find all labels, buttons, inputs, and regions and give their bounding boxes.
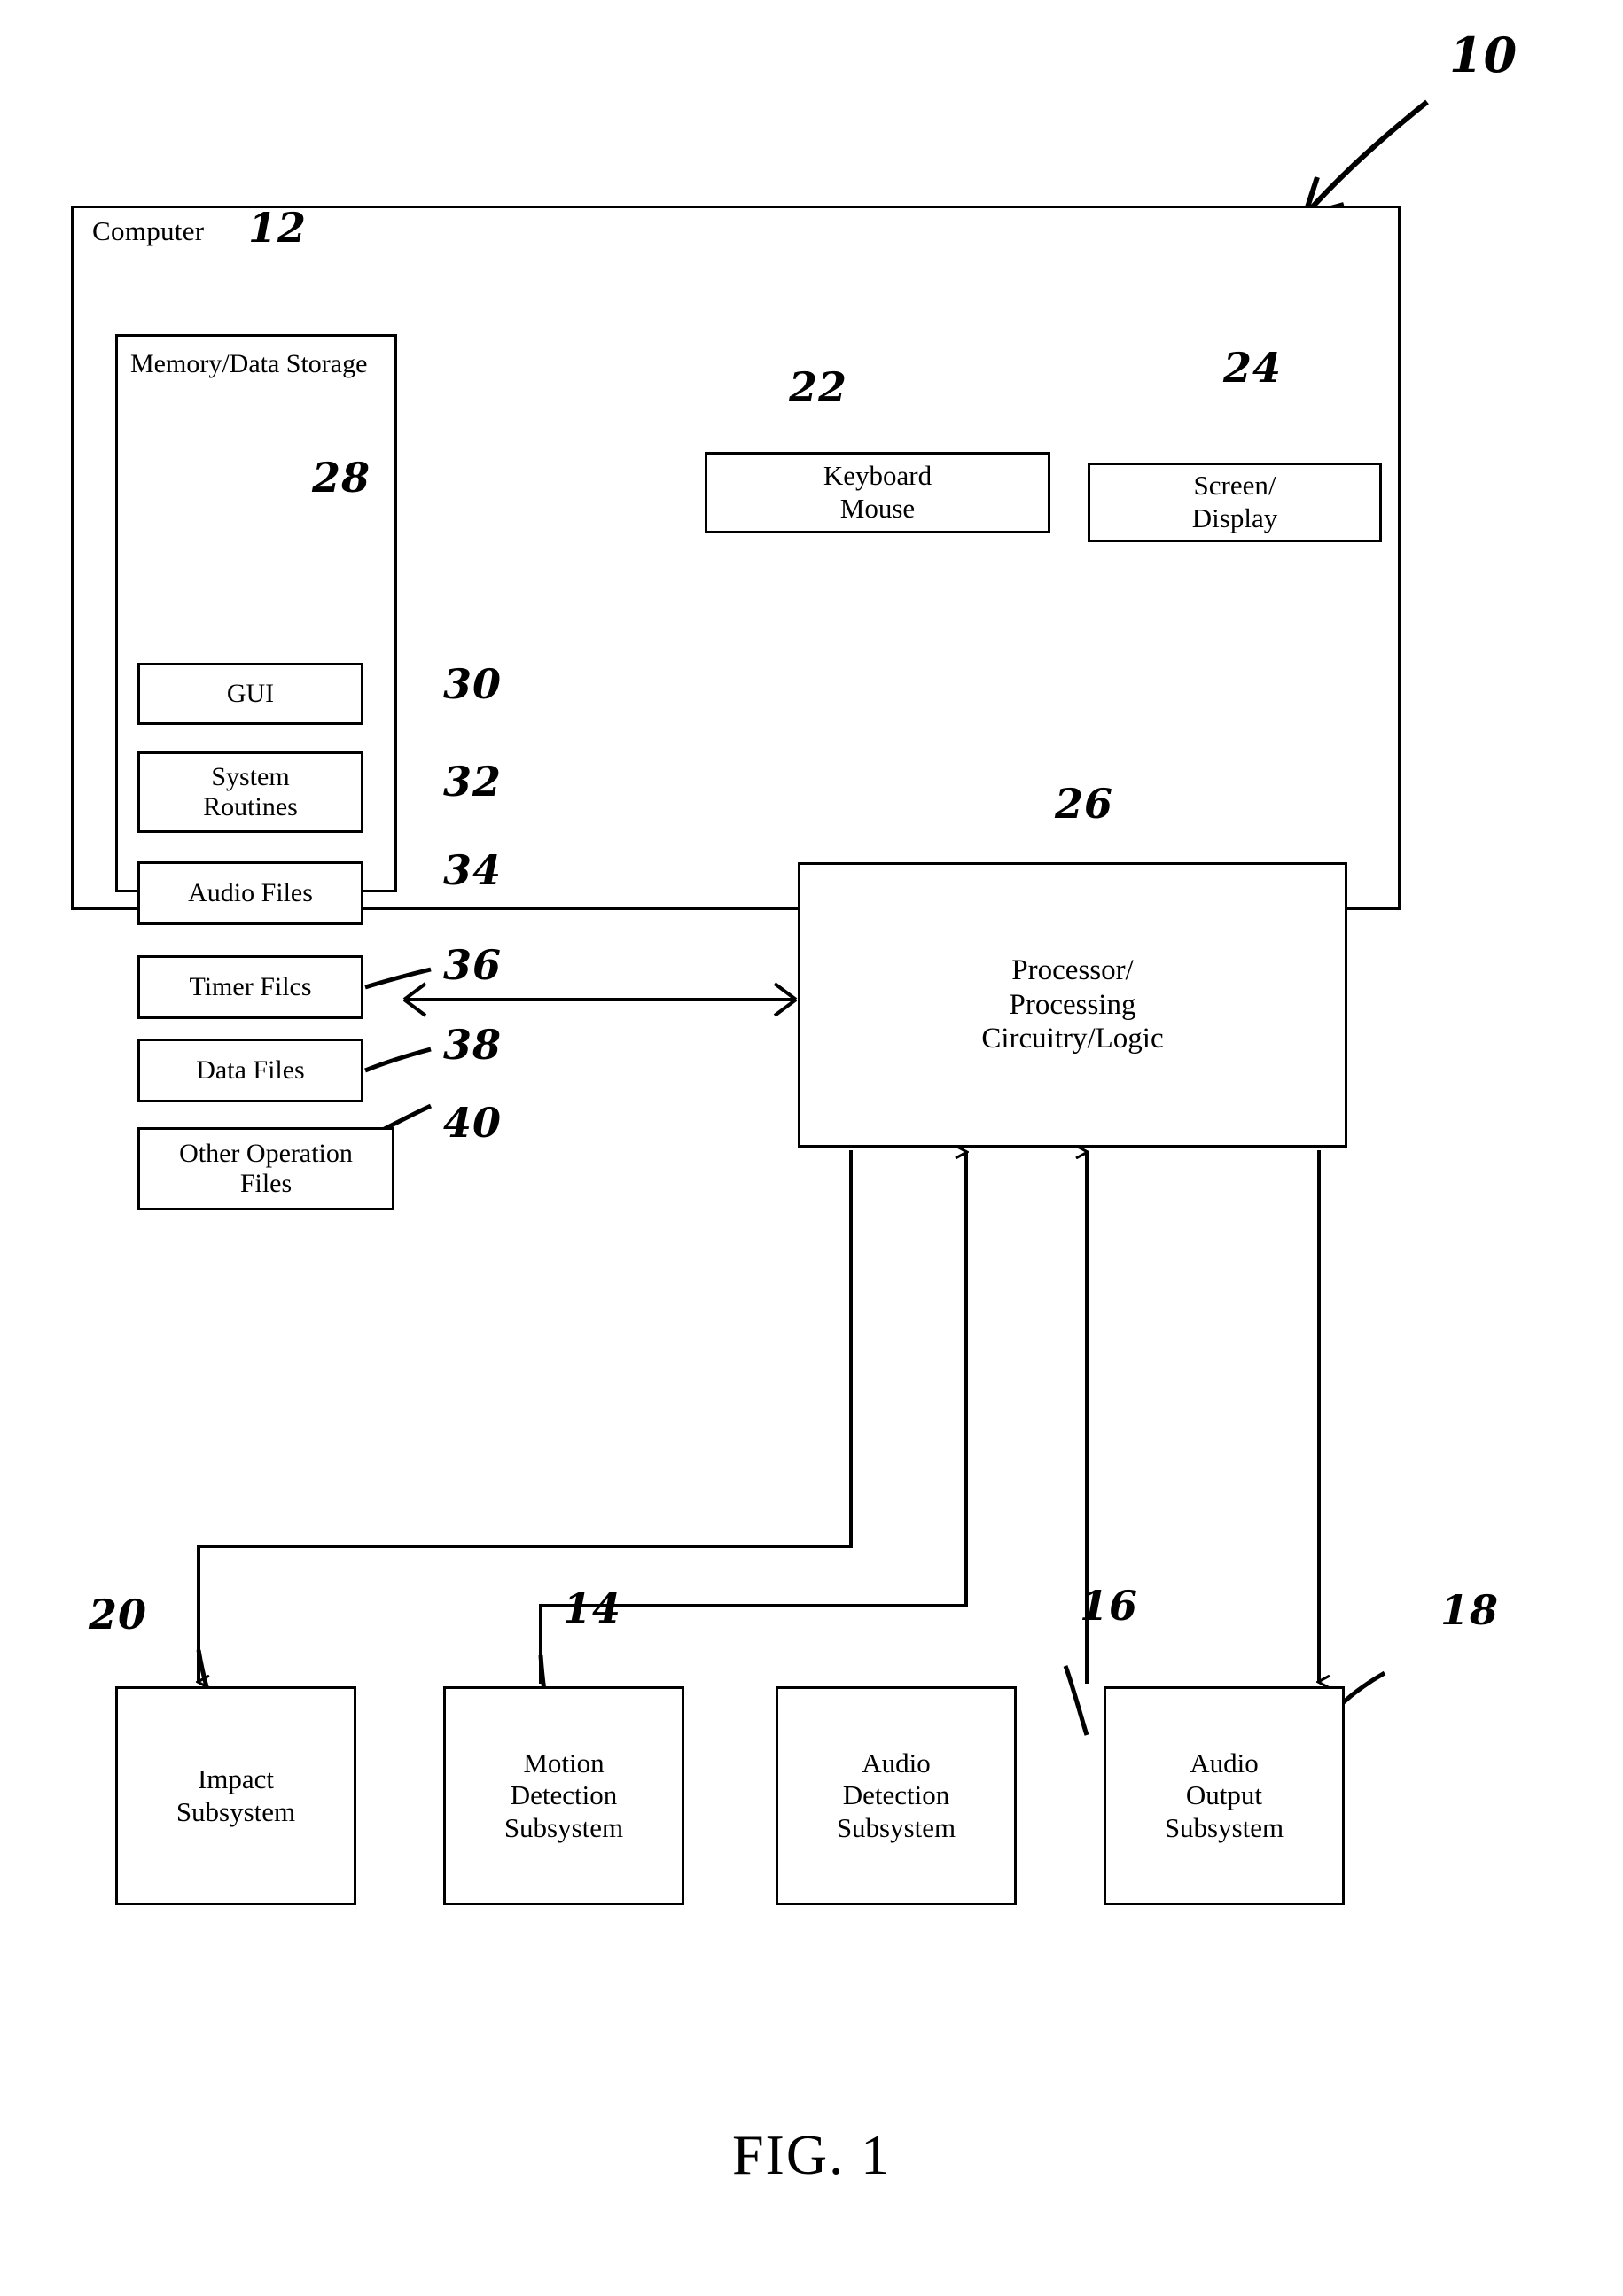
- ref-numeral-38: 38: [443, 1021, 503, 1069]
- memory-item-audio-files: Audio Files: [137, 861, 363, 925]
- ref-numeral-30: 30: [443, 660, 503, 708]
- audio-detection-subsystem-label: Audio Detection Subsystem: [836, 1747, 956, 1843]
- memory-item-other-operation-files: Other Operation Files: [137, 1127, 394, 1210]
- ref-numeral-22: 22: [789, 363, 848, 411]
- ref-numeral-36: 36: [443, 941, 503, 989]
- memory-item-system-routines: System Routines: [137, 751, 363, 833]
- memory-item-data-files: Data Files: [137, 1039, 363, 1102]
- motion-detection-subsystem-label: Motion Detection Subsystem: [503, 1747, 624, 1843]
- patent-figure: Computer 12 10 Memory/Data Storage 28 GU…: [0, 0, 1623, 2296]
- memory-data-storage-label: Memory/Data Storage: [130, 349, 368, 378]
- figure-caption: FIG. 1: [731, 2123, 892, 2186]
- audio-output-subsystem-label: Audio Output Subsystem: [1164, 1747, 1284, 1843]
- processor-label: Processor/Processing Circuitry/Logic: [981, 953, 1164, 1055]
- memory-item-timer-files: Timer Filcs: [137, 955, 363, 1019]
- ref-numeral-24: 24: [1223, 344, 1283, 392]
- audio-detection-subsystem-box: Audio Detection Subsystem: [776, 1686, 1017, 1905]
- ref-numeral-26: 26: [1055, 780, 1114, 828]
- ref-numeral-34: 34: [443, 846, 503, 894]
- impact-subsystem-box: Impact Subsystem: [115, 1686, 356, 1905]
- motion-detection-subsystem-box: Motion Detection Subsystem: [443, 1686, 684, 1905]
- memory-item-gui-label: GUI: [226, 678, 275, 708]
- memory-item-audio-files-label: Audio Files: [188, 877, 313, 907]
- ref-numeral-16: 16: [1080, 1582, 1139, 1630]
- processor-box: Processor/Processing Circuitry/Logic: [798, 862, 1347, 1148]
- ref-numeral-10: 10: [1449, 27, 1518, 83]
- ref-numeral-32: 32: [443, 758, 503, 806]
- memory-item-system-routines-label: System Routines: [203, 761, 298, 822]
- screen-display-box: Screen/Display: [1088, 463, 1382, 542]
- ref-numeral-28: 28: [312, 454, 371, 502]
- memory-item-other-operation-files-label: Other Operation Files: [179, 1138, 353, 1199]
- ref-numeral-14: 14: [563, 1584, 622, 1632]
- ref-numeral-40: 40: [443, 1099, 503, 1147]
- keyboard-mouse-label: Keyboard Mouse: [823, 460, 932, 524]
- ref-numeral-18: 18: [1440, 1586, 1500, 1634]
- keyboard-mouse-box: Keyboard Mouse: [705, 452, 1050, 533]
- memory-item-gui: GUI: [137, 663, 363, 725]
- ref-numeral-12: 12: [248, 204, 308, 252]
- memory-item-data-files-label: Data Files: [196, 1055, 305, 1085]
- audio-output-subsystem-box: Audio Output Subsystem: [1104, 1686, 1345, 1905]
- screen-display-label: Screen/Display: [1191, 470, 1278, 533]
- memory-item-timer-files-label: Timer Filcs: [189, 971, 312, 1001]
- impact-subsystem-label: Impact Subsystem: [176, 1763, 296, 1827]
- computer-label: Computer: [92, 215, 205, 246]
- ref-numeral-20: 20: [89, 1591, 148, 1638]
